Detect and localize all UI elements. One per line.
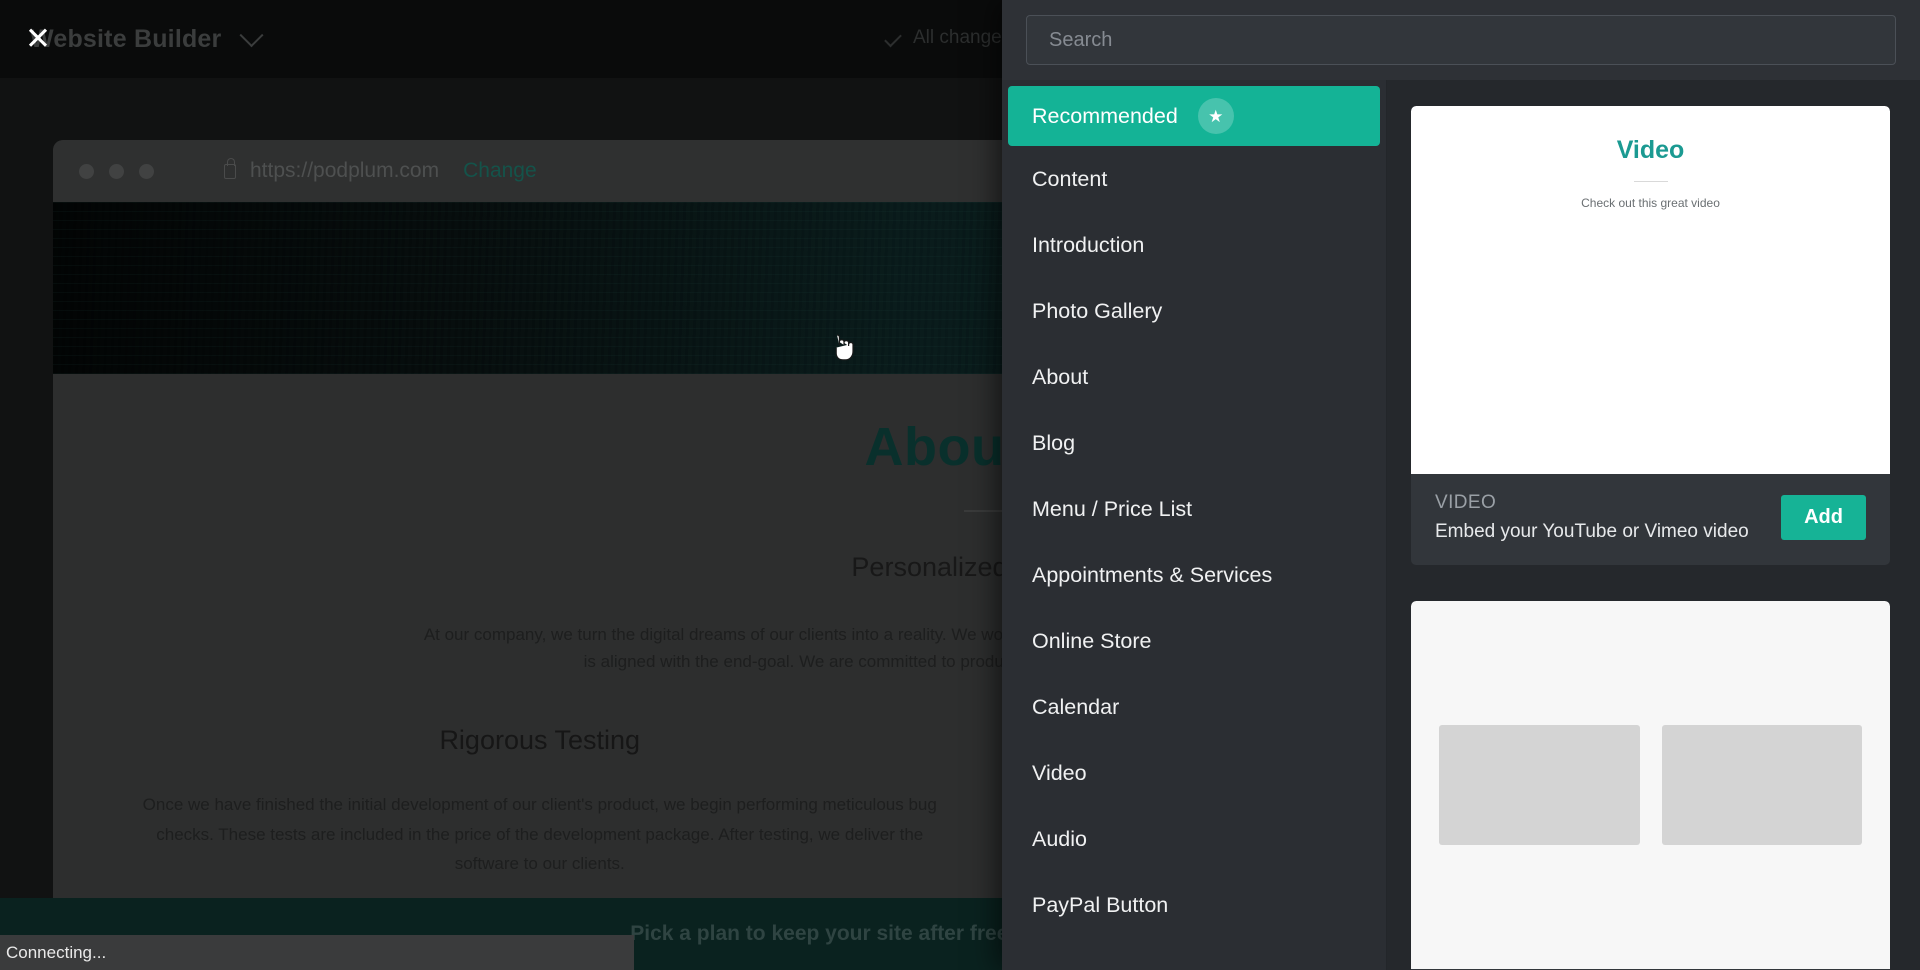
section-card-files[interactable]: FILES Best for a list of PDFs or files f… [1411,601,1890,970]
add-video-button[interactable]: Add [1781,495,1866,540]
site-url: https://podplum.com [250,159,440,182]
card-kicker: VIDEO [1435,492,1497,513]
category-label: Introduction [1032,232,1145,257]
star-icon: ★ [1197,98,1234,134]
chevron-down-icon[interactable] [239,22,264,47]
mouse-cursor [835,334,854,361]
window-dots [79,163,154,179]
card-footer: VIDEO Embed your YouTube or Vimeo video … [1411,474,1890,565]
sidebar-item-recommended[interactable]: Recommended ★ [1008,86,1380,146]
feature-heading: Rigorous Testing [439,725,641,756]
preview-subtitle: Check out this great video [1581,196,1720,210]
section-card-list: Video Check out this great video VIDEO E… [1387,80,1920,970]
change-url-link[interactable]: Change [463,159,537,183]
status-bar-text: Connecting... [6,942,107,962]
preview-divider [1633,181,1668,182]
sidebar-item-video[interactable]: Video [1002,740,1386,806]
file-placeholder [1661,725,1862,845]
lock-icon [224,157,236,179]
save-status: All changes [884,27,1012,49]
category-label: Menu / Price List [1032,496,1193,521]
sidebar-item-audio[interactable]: Audio [1002,806,1386,872]
category-label: Photo Gallery [1032,298,1163,323]
panel-body: Recommended ★ Content Introduction Photo… [1002,80,1920,970]
sidebar-item-about[interactable]: About [1002,344,1386,410]
sidebar-item-menu-price-list[interactable]: Menu / Price List [1002,476,1386,542]
sidebar-item-photo-gallery[interactable]: Photo Gallery [1002,278,1386,344]
sidebar-item-paypal-button[interactable]: PayPal Button [1002,872,1386,938]
category-label: About [1032,364,1089,389]
window-dot-minimize [109,163,124,179]
file-placeholder [1439,725,1640,845]
window-dot-close [79,163,94,179]
category-label: PayPal Button [1032,892,1169,917]
category-label: Calendar [1032,694,1120,719]
brand-menu[interactable]: Website Builder [30,22,264,54]
panel-search-bar [1002,0,1920,80]
sidebar-item-calendar[interactable]: Calendar [1002,674,1386,740]
sidebar-item-appointments-services[interactable]: Appointments & Services [1002,542,1386,608]
category-list[interactable]: Recommended ★ Content Introduction Photo… [1002,80,1387,970]
save-status-label: All changes [913,27,1012,48]
card-preview: Video Check out this great video [1411,106,1890,474]
preview-title: Video [1616,136,1685,164]
window-dot-maximize [139,163,154,179]
sidebar-item-introduction[interactable]: Introduction [1002,212,1386,278]
category-label: Video [1032,760,1087,785]
search-input[interactable] [1026,15,1896,65]
feature-column: Rigorous Testing Once we have finished t… [123,725,957,878]
card-preview [1411,601,1890,969]
card-description: Embed your YouTube or Vimeo video [1435,521,1749,542]
sidebar-item-content[interactable]: Content [1002,146,1386,212]
section-card-video[interactable]: Video Check out this great video VIDEO E… [1411,106,1890,565]
category-label: Audio [1032,826,1087,851]
check-icon [884,29,902,47]
close-icon[interactable]: ✕ [22,23,54,55]
brand-title: Website Builder [30,24,222,53]
category-label: Blog [1032,430,1076,455]
category-label: Recommended [1032,103,1178,128]
category-label: Appointments & Services [1032,562,1273,587]
sidebar-item-online-store[interactable]: Online Store [1002,608,1386,674]
category-label: Content [1032,166,1108,191]
add-section-panel: Recommended ★ Content Introduction Photo… [1002,0,1920,970]
status-bar: Connecting... [0,935,634,970]
sidebar-item-blog[interactable]: Blog [1002,410,1386,476]
screen: Website Builder ✕ All changes https://po… [0,0,1920,970]
feature-body: Once we have finished the initial develo… [142,795,937,873]
card-text: VIDEO Embed your YouTube or Vimeo video [1435,492,1749,543]
file-placeholder-row [1411,725,1890,845]
category-label: Online Store [1032,628,1152,653]
